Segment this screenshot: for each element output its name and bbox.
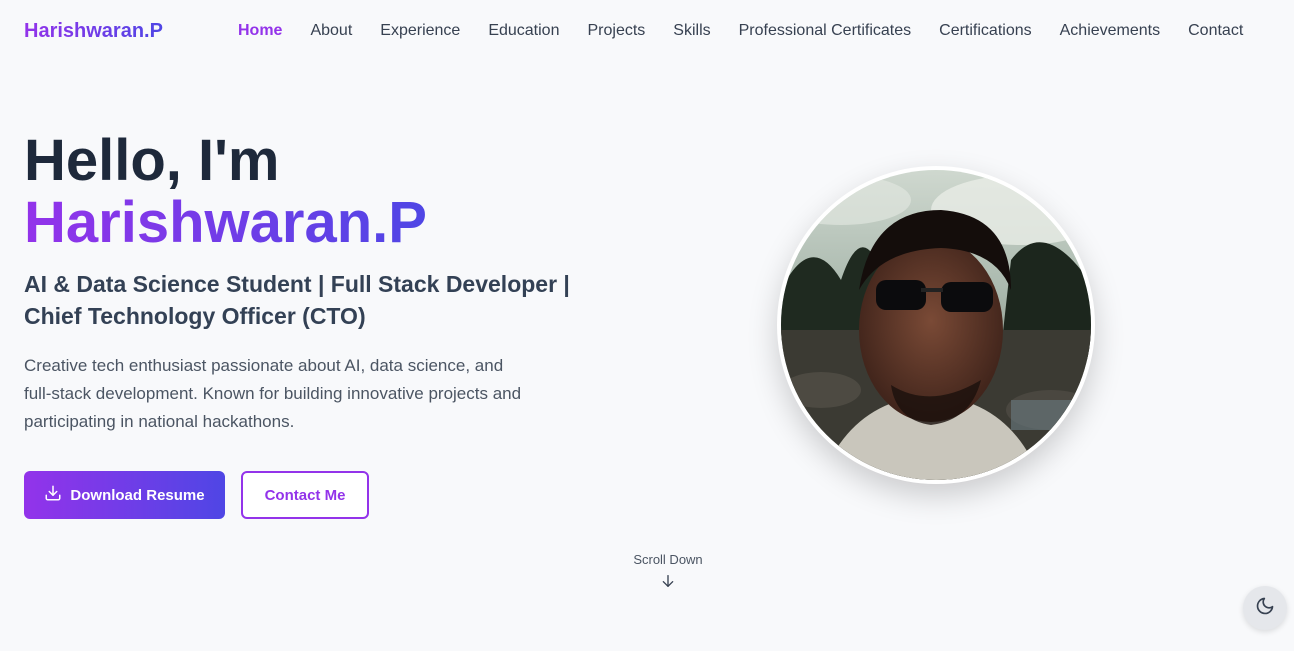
arrow-down-icon [618,573,718,592]
navbar: Harishwaran.P Home About Experience Educ… [0,0,1294,64]
theme-toggle-button[interactable] [1243,586,1287,630]
download-resume-button[interactable]: Download Resume [24,471,225,519]
nav-item-contact[interactable]: Contact [1188,22,1243,40]
hero-text: Hello, I'm Harishwaran.P AI & Data Scien… [24,130,624,453]
hero-subtitle: AI & Data Science Student | Full Stack D… [24,271,570,329]
contact-me-button[interactable]: Contact Me [241,471,369,519]
nav-item-certifications[interactable]: Certifications [939,22,1031,40]
nav-item-home[interactable]: Home [238,22,282,40]
hero-description: Creative tech enthusiast passionate abou… [24,356,522,431]
hero-name: Harishwaran.P [24,190,427,255]
download-resume-label: Download Resume [70,486,205,504]
nav-item-achievements[interactable]: Achievements [1060,22,1161,40]
nav-item-skills[interactable]: Skills [673,22,710,40]
scroll-down-hint[interactable]: Scroll Down [618,552,718,592]
nav-item-education[interactable]: Education [488,22,559,40]
nav-links: Home About Experience Education Projects… [238,22,1243,40]
hero-buttons: Download Resume Contact Me [24,471,369,519]
profile-photo-frame [777,166,1095,484]
nav-item-professional-certificates[interactable]: Professional Certificates [739,22,912,40]
profile-photo [781,170,1091,480]
nav-item-experience[interactable]: Experience [380,22,460,40]
brand-logo[interactable]: Harishwaran.P [24,20,163,43]
hero-greeting: Hello, I'm [24,128,280,193]
download-icon [44,484,62,506]
nav-item-projects[interactable]: Projects [587,22,645,40]
nav-item-about[interactable]: About [310,22,352,40]
moon-icon [1255,596,1275,621]
scroll-down-label: Scroll Down [633,552,703,567]
